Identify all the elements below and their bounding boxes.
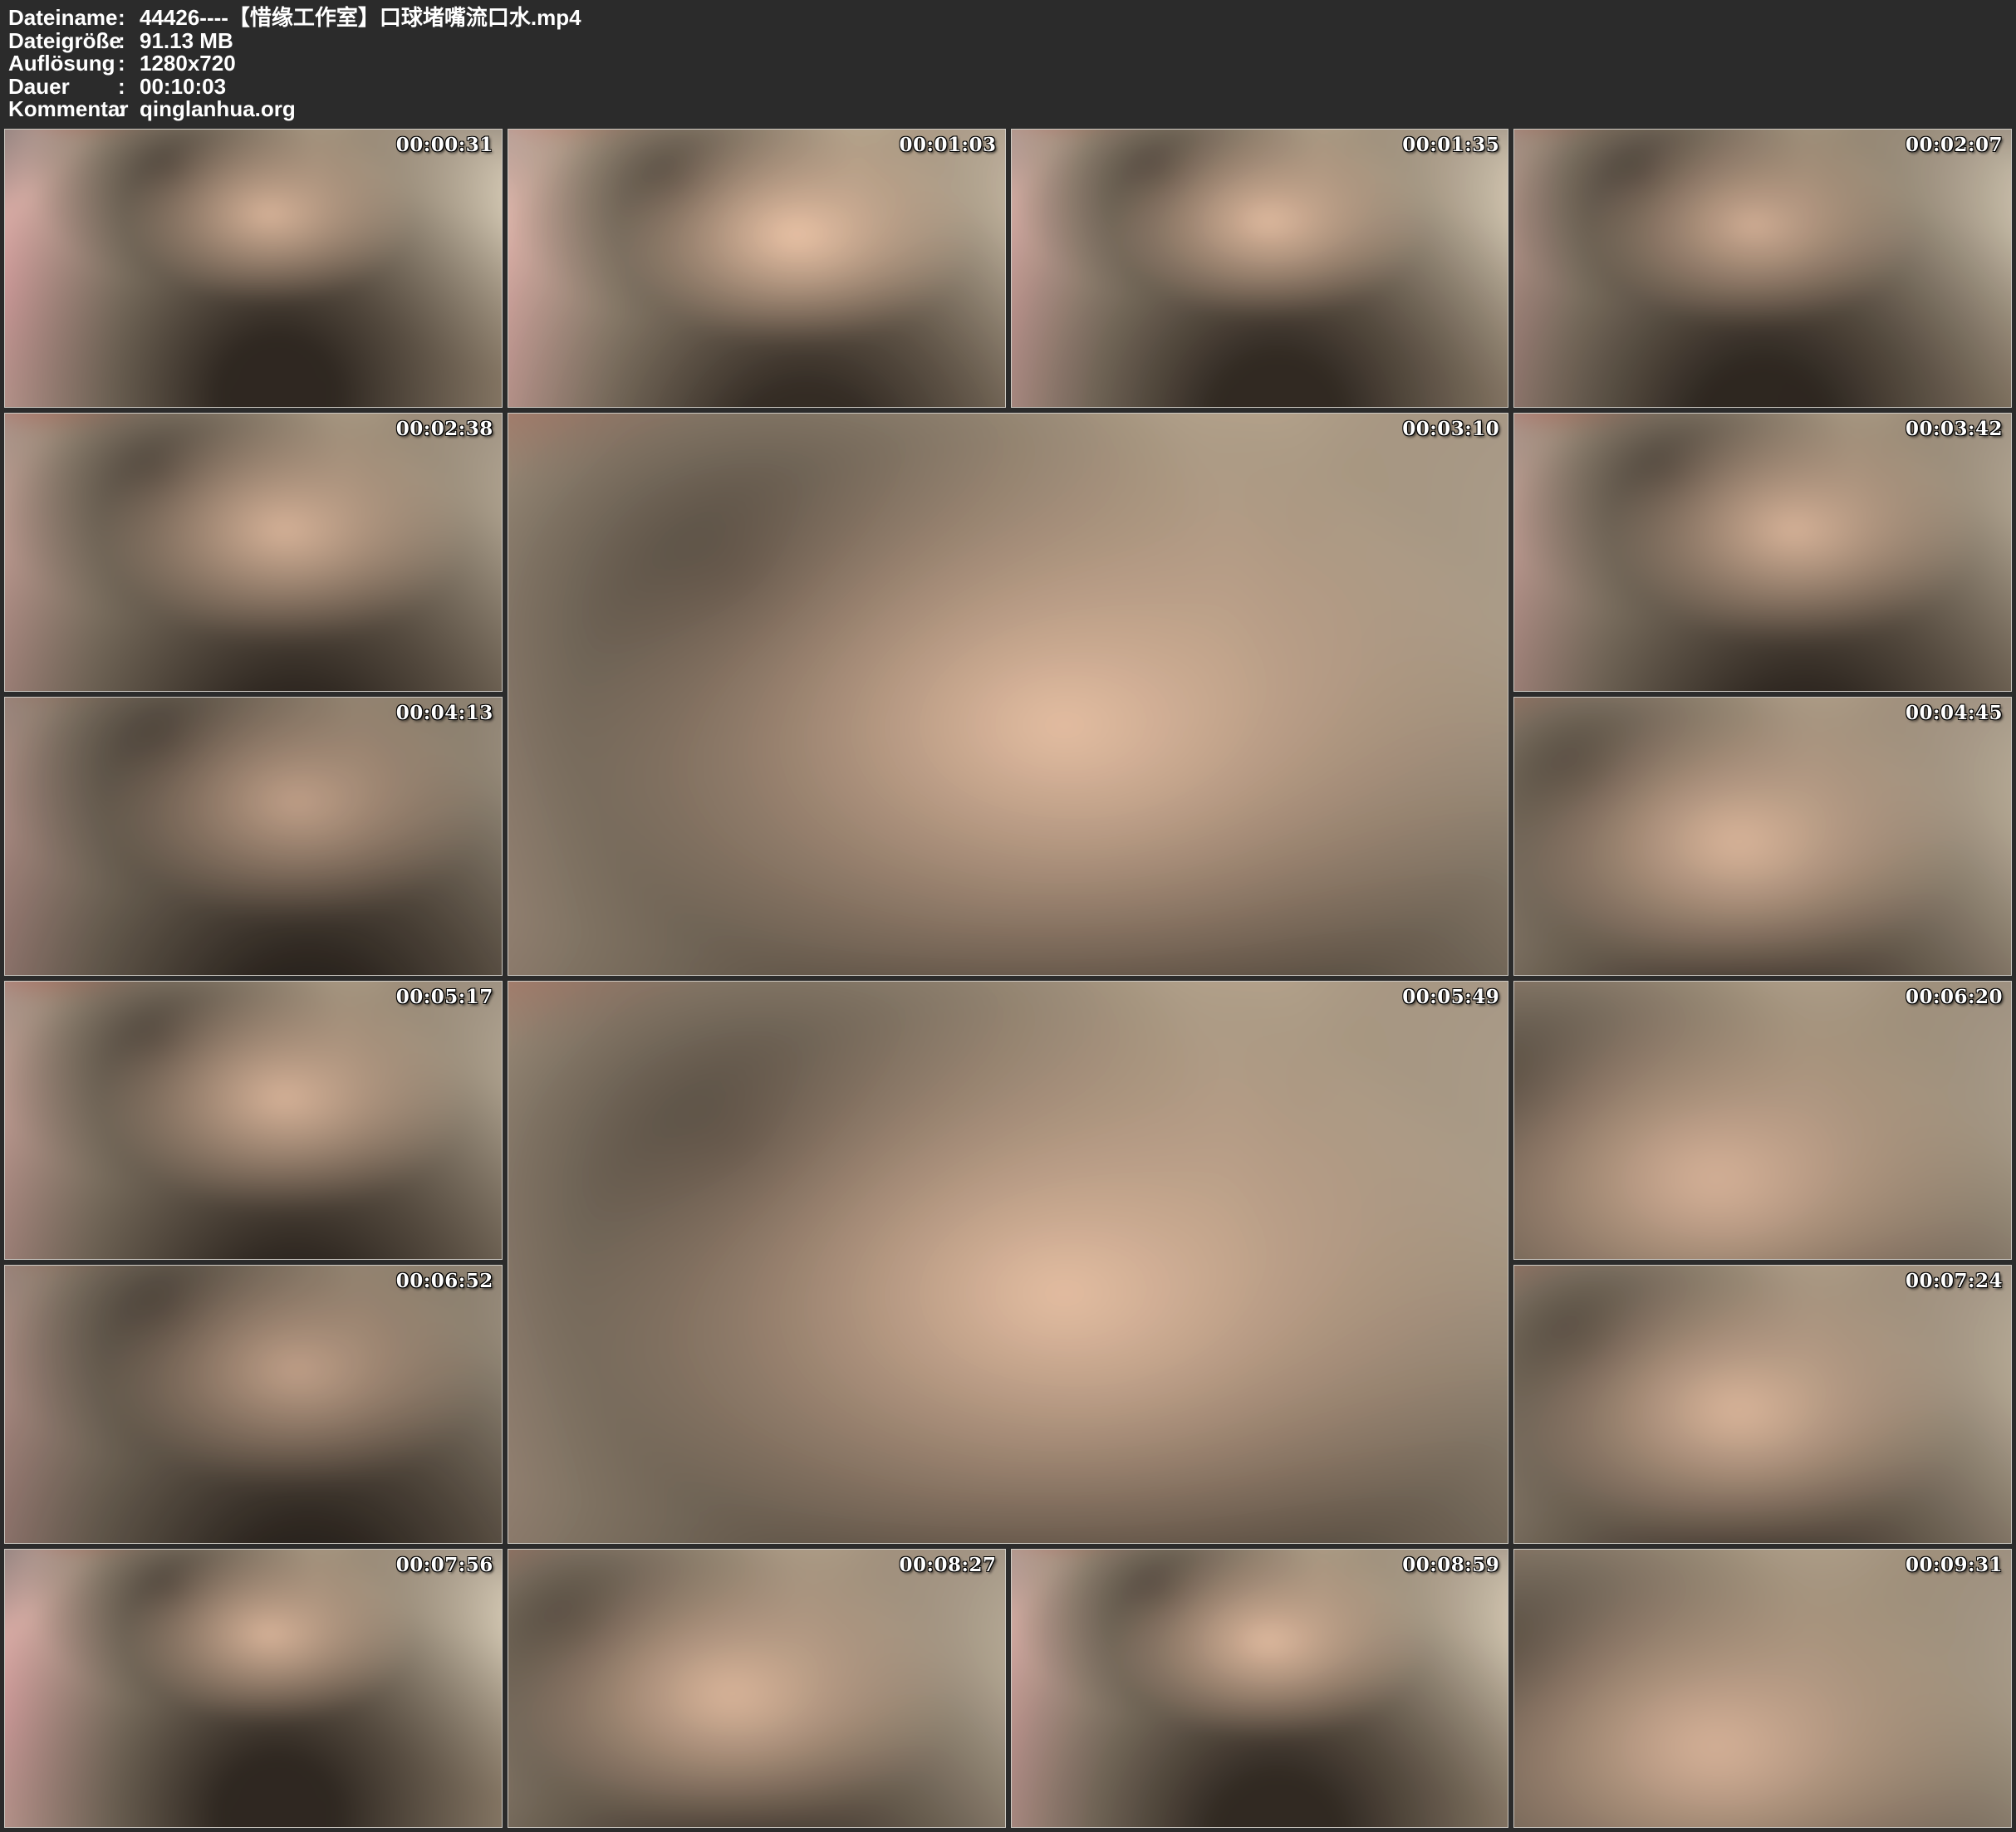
video-thumbnail: 00:08:27	[508, 1549, 1006, 1828]
thumbnail-image-placeholder	[508, 981, 1509, 1544]
thumbnail-image-placeholder	[1011, 129, 1509, 408]
video-thumbnail: 00:05:17	[4, 981, 503, 1260]
timestamp-overlay: 00:02:07	[1906, 134, 2003, 156]
file-metadata-panel: Dateiname:44426----【惜缘工作室】口球堵嘴流口水.mp4 Da…	[0, 0, 2016, 125]
thumbnail-image-placeholder	[1513, 413, 2012, 692]
video-thumbnail: 00:08:59	[1011, 1549, 1509, 1828]
meta-separator: :	[118, 7, 140, 30]
meta-label: Auflösung	[8, 52, 118, 76]
thumbnail-image-placeholder	[508, 1549, 1006, 1828]
filename-value: 44426----【惜缘工作室】口球堵嘴流口水.mp4	[140, 7, 2008, 30]
video-thumbnail: 00:09:31	[1513, 1549, 2012, 1828]
video-thumbnail: 00:02:38	[4, 413, 503, 692]
timestamp-overlay: 00:05:49	[1402, 986, 1499, 1008]
thumbnail-image-placeholder	[1513, 1549, 2012, 1828]
timestamp-overlay: 00:03:10	[1402, 418, 1499, 440]
thumbnail-image-placeholder	[4, 1265, 503, 1544]
thumbnail-image-placeholder	[1011, 1549, 1509, 1828]
timestamp-overlay: 00:09:31	[1906, 1554, 2003, 1576]
video-thumbnail: 00:03:42	[1513, 413, 2012, 692]
thumbnail-image-placeholder	[1513, 129, 2012, 408]
meta-separator: :	[118, 30, 140, 53]
meta-separator: :	[118, 76, 140, 99]
video-thumbnail: 00:04:13	[4, 697, 503, 976]
thumbnail-image-placeholder	[4, 413, 503, 692]
timestamp-overlay: 00:08:59	[1402, 1554, 1499, 1576]
timestamp-overlay: 00:08:27	[899, 1554, 996, 1576]
thumbnail-image-placeholder	[4, 129, 503, 408]
thumbnail-image-placeholder	[1513, 1265, 2012, 1544]
meta-row-filesize: Dateigröße:91.13 MB	[8, 30, 2008, 53]
meta-separator: :	[118, 98, 140, 121]
duration-value: 00:10:03	[140, 76, 2008, 99]
comment-value: qinglanhua.org	[140, 98, 2008, 121]
thumbnail-image-placeholder	[4, 981, 503, 1260]
timestamp-overlay: 00:01:03	[899, 134, 996, 156]
timestamp-overlay: 00:07:56	[396, 1554, 493, 1576]
timestamp-overlay: 00:04:13	[396, 702, 493, 724]
timestamp-overlay: 00:04:45	[1906, 702, 2003, 724]
video-thumbnail: 00:06:20	[1513, 981, 2012, 1260]
video-thumbnail: 00:07:56	[4, 1549, 503, 1828]
thumbnail-grid: 00:00:31 00:01:03 00:01:35 00:02:07 00:0…	[0, 125, 2016, 1832]
timestamp-overlay: 00:01:35	[1402, 134, 1499, 156]
video-thumbnail: 00:02:07	[1513, 129, 2012, 408]
thumbnail-image-placeholder	[1513, 697, 2012, 976]
video-thumbnail-large: 00:05:49	[508, 981, 1509, 1544]
timestamp-overlay: 00:03:42	[1906, 418, 2003, 440]
timestamp-overlay: 00:07:24	[1906, 1270, 2003, 1292]
thumbnail-image-placeholder	[508, 413, 1509, 976]
meta-row-resolution: Auflösung:1280x720	[8, 52, 2008, 76]
timestamp-overlay: 00:06:20	[1906, 986, 2003, 1008]
timestamp-overlay: 00:06:52	[396, 1270, 493, 1292]
meta-separator: :	[118, 52, 140, 76]
thumbnail-image-placeholder	[1513, 981, 2012, 1260]
meta-label: Dateigröße	[8, 30, 118, 53]
meta-label: Dateiname	[8, 7, 118, 30]
video-thumbnail: 00:01:03	[508, 129, 1006, 408]
video-thumbnail: 00:06:52	[4, 1265, 503, 1544]
video-thumbnail-large: 00:03:10	[508, 413, 1509, 976]
thumbnail-image-placeholder	[4, 1549, 503, 1828]
video-thumbnail: 00:07:24	[1513, 1265, 2012, 1544]
meta-row-comment: Kommentar:qinglanhua.org	[8, 98, 2008, 121]
meta-label: Kommentar	[8, 98, 118, 121]
video-thumbnail: 00:01:35	[1011, 129, 1509, 408]
thumbnail-image-placeholder	[4, 697, 503, 976]
timestamp-overlay: 00:00:31	[396, 134, 493, 156]
video-thumbnail: 00:04:45	[1513, 697, 2012, 976]
meta-label: Dauer	[8, 76, 118, 99]
resolution-value: 1280x720	[140, 52, 2008, 76]
filesize-value: 91.13 MB	[140, 30, 2008, 53]
video-thumbnail: 00:00:31	[4, 129, 503, 408]
meta-row-duration: Dauer:00:10:03	[8, 76, 2008, 99]
timestamp-overlay: 00:02:38	[396, 418, 493, 440]
timestamp-overlay: 00:05:17	[396, 986, 493, 1008]
meta-row-filename: Dateiname:44426----【惜缘工作室】口球堵嘴流口水.mp4	[8, 7, 2008, 30]
thumbnail-image-placeholder	[508, 129, 1006, 408]
